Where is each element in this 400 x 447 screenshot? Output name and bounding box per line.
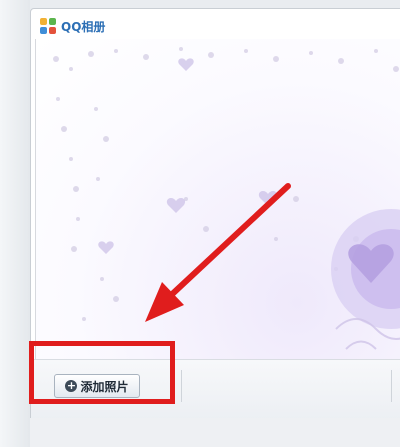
toolbar-separator [181, 370, 182, 402]
window-bottom-edge [30, 418, 400, 447]
album-preview-area [35, 39, 400, 369]
add-photo-button[interactable]: + 添加照片 [54, 374, 140, 398]
left-edge-strip [0, 0, 30, 447]
toolbar-divider [391, 370, 392, 402]
bottom-toolbar: + 添加照片 [31, 359, 400, 419]
decorative-background [53, 47, 400, 350]
app-title: QQ相册 [61, 19, 106, 34]
qq-album-window: QQ相册 + 添加照片 [30, 8, 400, 420]
plus-circle-icon: + [65, 379, 78, 392]
title-bar: QQ相册 [31, 9, 400, 43]
add-photo-label: 添加照片 [80, 379, 129, 394]
qq-album-logo-icon [40, 18, 56, 34]
